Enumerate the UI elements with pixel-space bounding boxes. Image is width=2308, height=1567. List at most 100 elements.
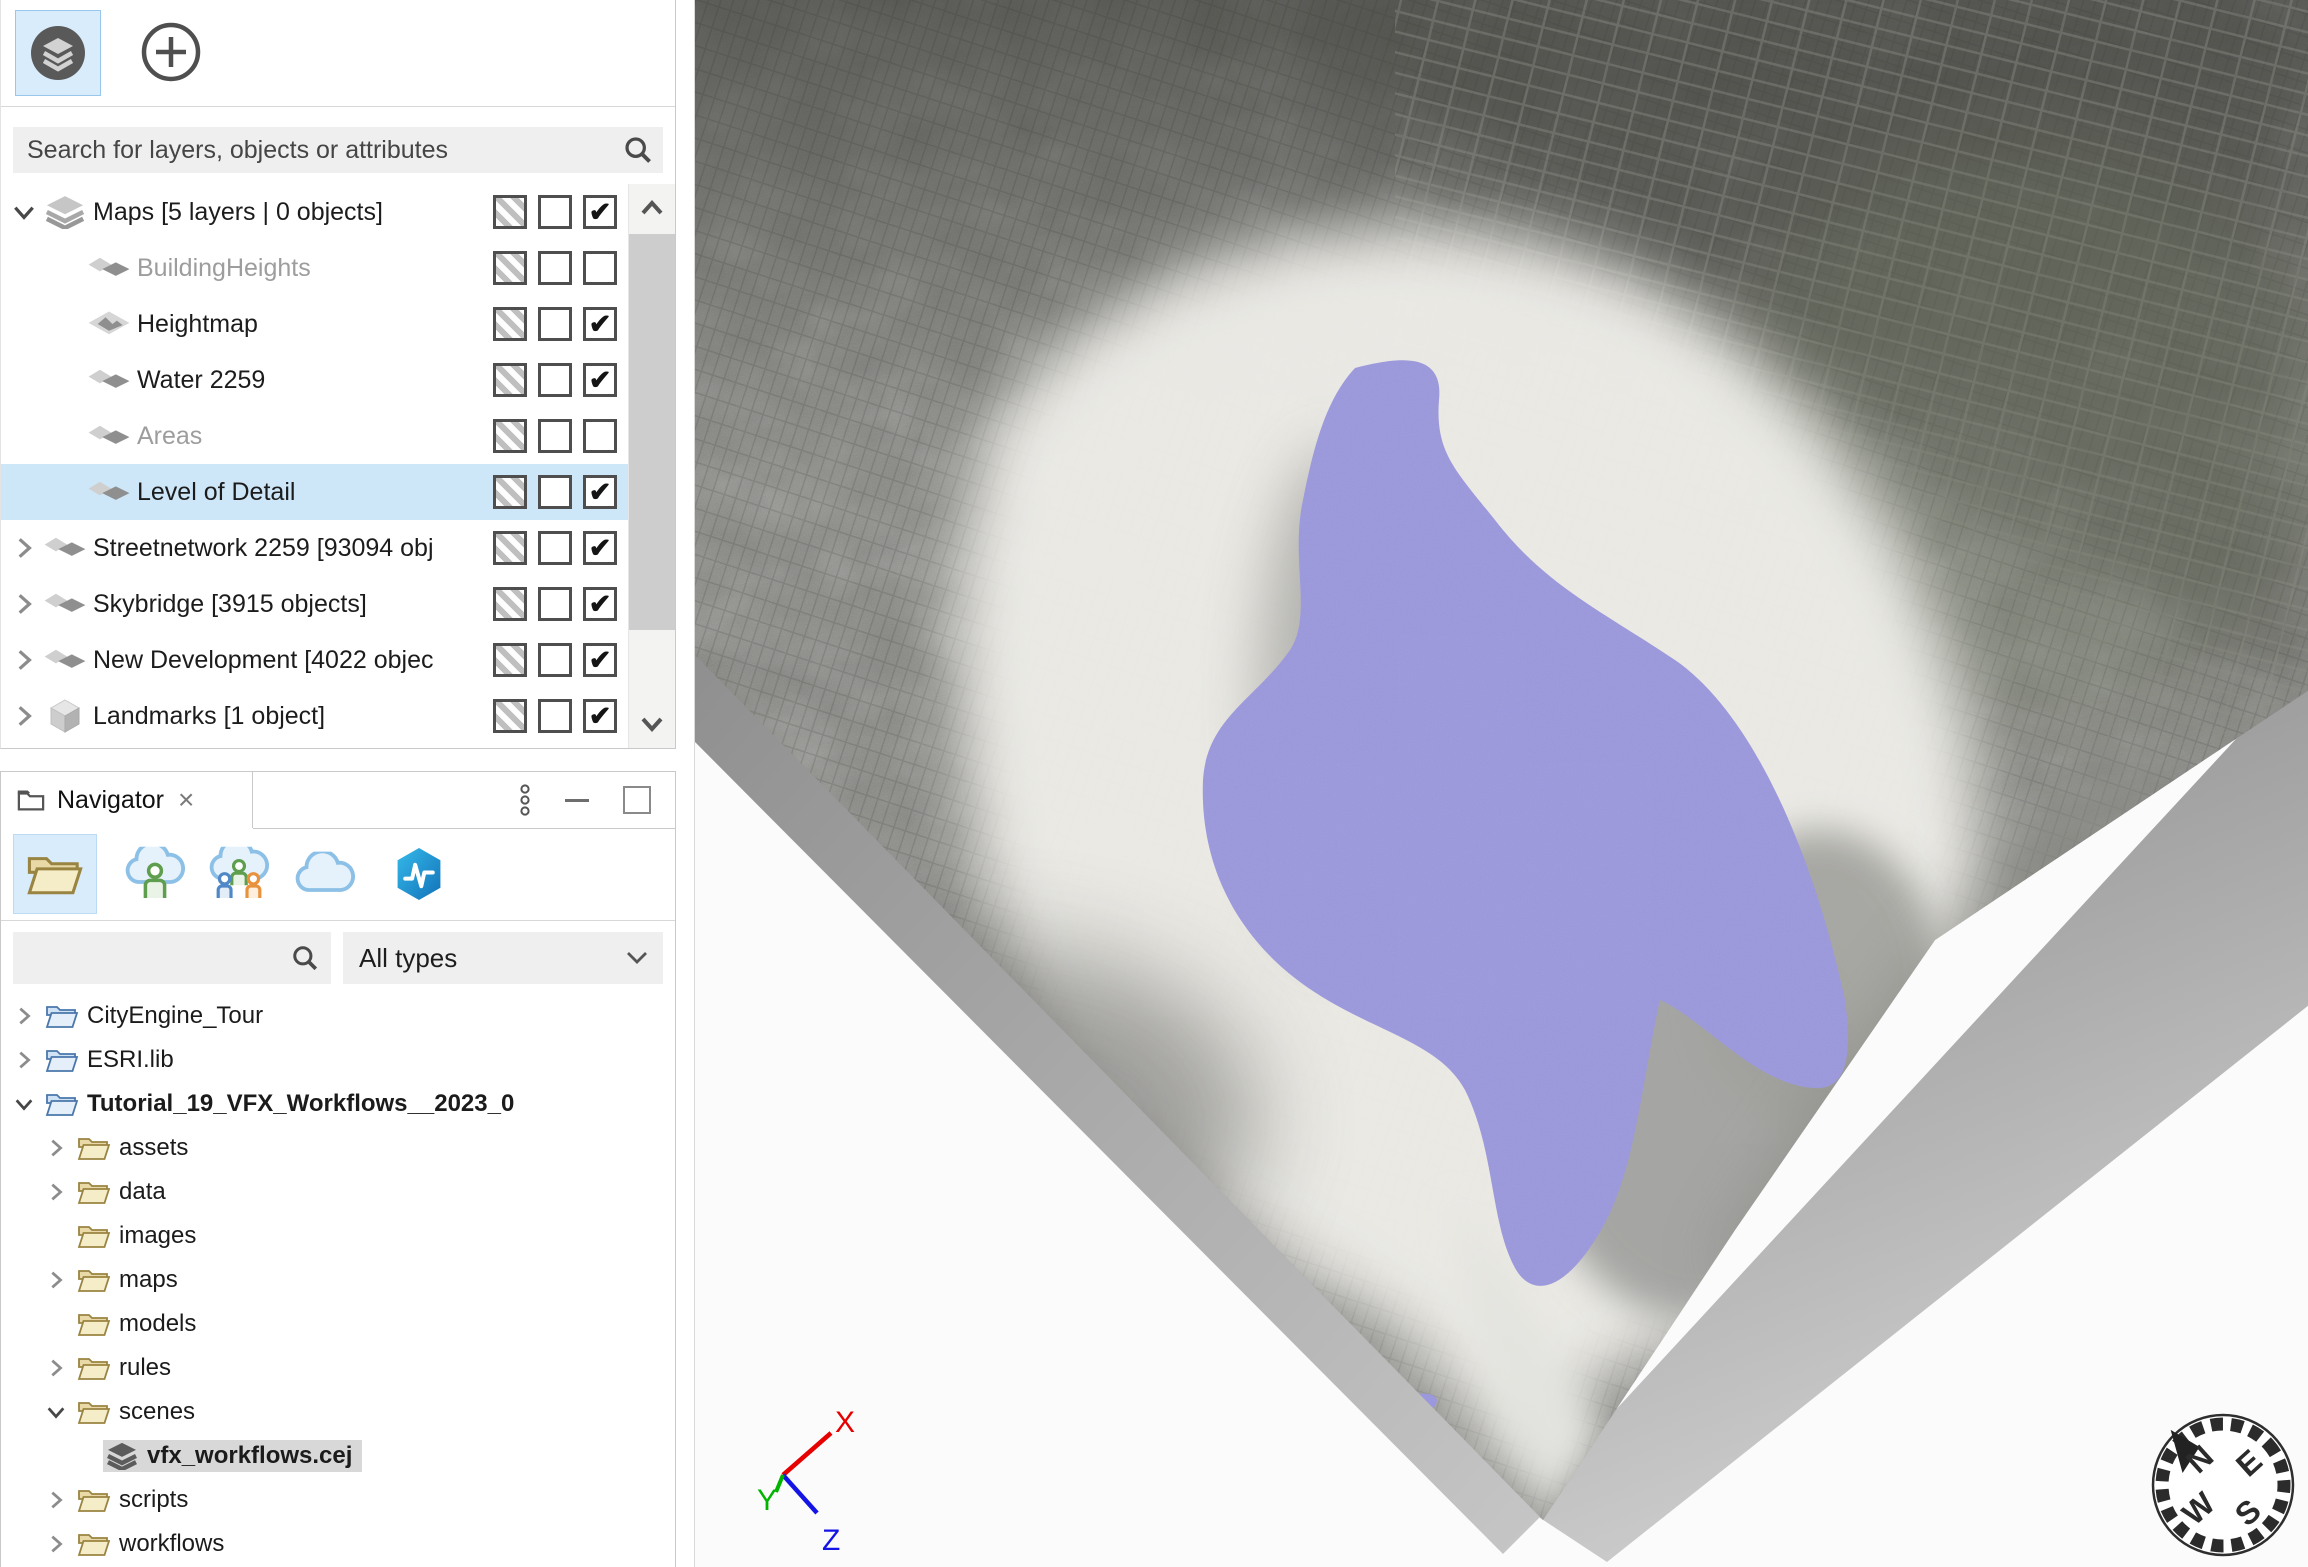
file-tree-row[interactable]: rules [1, 1346, 675, 1390]
layer-row[interactable]: Areas [1, 408, 628, 464]
layer-visible-checkbox[interactable] [583, 251, 617, 285]
layer-visible-checkbox[interactable]: ✔ [583, 475, 617, 509]
chevron-icon[interactable] [11, 591, 37, 617]
tab-navigator[interactable]: Navigator × [1, 772, 253, 828]
layer-row[interactable]: BuildingHeights [1, 240, 628, 296]
layer-lock-checkbox[interactable] [493, 195, 527, 229]
cloud-button[interactable] [283, 834, 367, 914]
file-tree-row[interactable]: maps [1, 1258, 675, 1302]
layer-row[interactable]: Level of Detail ✔ [1, 464, 628, 520]
layer-select-checkbox[interactable] [538, 307, 572, 341]
cloud-team-button[interactable] [197, 834, 281, 914]
layer-row[interactable]: Landmarks [1 object] ✔ [1, 688, 628, 744]
layer-view-button[interactable] [15, 10, 101, 96]
file-item[interactable]: images [75, 1220, 206, 1252]
chevron-icon[interactable] [13, 1005, 35, 1027]
type-filter-select[interactable]: All types [343, 932, 663, 984]
view-menu-button[interactable] [505, 780, 545, 820]
file-item[interactable]: vfx_workflows.cej [103, 1440, 362, 1472]
file-search-input[interactable] [13, 932, 331, 984]
layer-row[interactable]: Maps [5 layers | 0 objects] ✔ [1, 184, 628, 240]
chevron-icon[interactable] [45, 1137, 67, 1159]
scroll-down-button[interactable] [629, 700, 675, 748]
chevron-icon[interactable] [45, 1533, 67, 1555]
close-icon[interactable]: × [178, 784, 194, 816]
layer-select-checkbox[interactable] [538, 587, 572, 621]
chevron-icon[interactable] [11, 647, 37, 673]
layer-lock-checkbox[interactable] [493, 531, 527, 565]
minimize-button[interactable] [557, 780, 597, 820]
chevron-icon[interactable] [13, 1093, 35, 1115]
layer-row[interactable]: Water 2259 ✔ [1, 352, 628, 408]
chevron-icon[interactable] [45, 1269, 67, 1291]
file-item[interactable]: workflows [75, 1528, 234, 1560]
chevron-icon[interactable] [45, 1401, 67, 1423]
layer-select-checkbox[interactable] [538, 195, 572, 229]
file-tree-row[interactable]: assets [1, 1126, 675, 1170]
chevron-icon[interactable] [45, 1489, 67, 1511]
maximize-button[interactable] [617, 780, 657, 820]
layer-visible-checkbox[interactable]: ✔ [583, 363, 617, 397]
file-tree-row[interactable]: Tutorial_19_VFX_Workflows__2023_0 [1, 1082, 675, 1126]
layer-visible-checkbox[interactable]: ✔ [583, 531, 617, 565]
chevron-icon[interactable] [11, 703, 37, 729]
file-tree-row[interactable]: vfx_workflows.cej [1, 1434, 675, 1478]
layer-lock-checkbox[interactable] [493, 475, 527, 509]
layer-visible-checkbox[interactable]: ✔ [583, 195, 617, 229]
layer-lock-checkbox[interactable] [493, 699, 527, 733]
file-item[interactable]: models [75, 1308, 206, 1340]
file-item[interactable]: scenes [75, 1396, 205, 1428]
layer-select-checkbox[interactable] [538, 251, 572, 285]
layer-visible-checkbox[interactable] [583, 419, 617, 453]
layer-lock-checkbox[interactable] [493, 643, 527, 677]
file-item[interactable]: data [75, 1176, 176, 1208]
layer-tree-scrollbar[interactable] [628, 184, 675, 748]
file-tree-row[interactable]: data [1, 1170, 675, 1214]
cloud-user-button[interactable] [113, 834, 197, 914]
layer-lock-checkbox[interactable] [493, 363, 527, 397]
layer-row[interactable]: Streetnetwork 2259 [93094 obj ✔ [1, 520, 628, 576]
file-tree-row[interactable]: scenes [1, 1390, 675, 1434]
file-item[interactable]: Tutorial_19_VFX_Workflows__2023_0 [43, 1088, 524, 1120]
layer-select-checkbox[interactable] [538, 475, 572, 509]
chevron-icon[interactable] [45, 1181, 67, 1203]
file-item[interactable]: rules [75, 1352, 181, 1384]
layer-lock-checkbox[interactable] [493, 307, 527, 341]
scroll-up-button[interactable] [629, 184, 675, 232]
layer-select-checkbox[interactable] [538, 643, 572, 677]
layer-select-checkbox[interactable] [538, 531, 572, 565]
file-tree-row[interactable]: models [1, 1302, 675, 1346]
layer-row[interactable]: New Development [4022 objec ✔ [1, 632, 628, 688]
file-tree-row[interactable]: scripts [1, 1478, 675, 1522]
layer-visible-checkbox[interactable]: ✔ [583, 643, 617, 677]
file-item[interactable]: maps [75, 1264, 188, 1296]
add-layer-button[interactable] [129, 10, 213, 94]
layer-visible-checkbox[interactable]: ✔ [583, 587, 617, 621]
scrollbar-thumb[interactable] [629, 234, 675, 630]
layer-select-checkbox[interactable] [538, 419, 572, 453]
layer-select-checkbox[interactable] [538, 699, 572, 733]
file-tree-row[interactable]: CityEngine_Tour [1, 994, 675, 1038]
arcgis-online-button[interactable] [377, 834, 461, 914]
layer-search-input[interactable]: Search for layers, objects or attributes [13, 127, 663, 173]
chevron-icon[interactable] [45, 1357, 67, 1379]
layer-select-checkbox[interactable] [538, 363, 572, 397]
layer-row[interactable]: Skybridge [3915 objects] ✔ [1, 576, 628, 632]
file-tree-row[interactable]: workflows [1, 1522, 675, 1566]
file-tree-row[interactable]: ESRI.lib [1, 1038, 675, 1082]
layer-lock-checkbox[interactable] [493, 587, 527, 621]
file-item[interactable]: scripts [75, 1484, 198, 1516]
workspace-files-button[interactable] [13, 834, 97, 914]
layer-visible-checkbox[interactable]: ✔ [583, 307, 617, 341]
layer-visible-checkbox[interactable]: ✔ [583, 699, 617, 733]
chevron-icon[interactable] [13, 1049, 35, 1071]
file-item[interactable]: ESRI.lib [43, 1044, 184, 1076]
layer-lock-checkbox[interactable] [493, 419, 527, 453]
file-item[interactable]: CityEngine_Tour [43, 1000, 273, 1032]
layer-row[interactable]: Heightmap ✔ [1, 296, 628, 352]
viewport-3d[interactable]: X Y Z N E S W [694, 0, 2308, 1567]
chevron-icon[interactable] [11, 199, 37, 225]
file-tree-row[interactable]: images [1, 1214, 675, 1258]
chevron-icon[interactable] [11, 535, 37, 561]
file-item[interactable]: assets [75, 1132, 198, 1164]
